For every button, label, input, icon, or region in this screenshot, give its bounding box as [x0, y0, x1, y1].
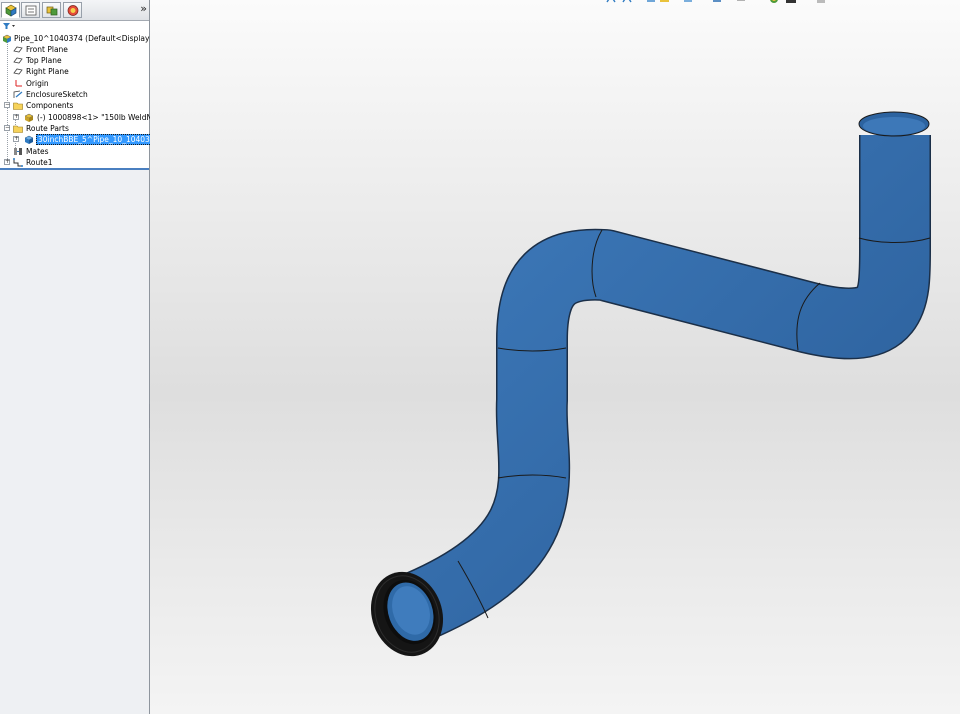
pipe-inner-top	[863, 117, 925, 135]
expand-toggle[interactable]: +	[4, 159, 10, 165]
tree-item-label-selected: 30inchBBE_5^Pipe_10_1040374 |	[36, 134, 167, 145]
filter-icon[interactable]	[2, 22, 18, 30]
feature-manager-panel: » Pipe_10^1040374 (Default<Display State…	[0, 0, 174, 714]
manager-tab-bar: »	[0, 0, 149, 21]
tree-item-component-flange[interactable]: + (-) 1000898<1> "150lb WeldNeckF	[0, 112, 170, 123]
tree-item-label: Front Plane	[26, 45, 68, 54]
component-icon	[24, 113, 34, 122]
tree-item-label: Route Parts	[26, 124, 69, 133]
pipe-route-model[interactable]	[150, 0, 960, 714]
route-part-icon	[24, 135, 34, 144]
tree-item-mates[interactable]: Mates	[0, 146, 149, 157]
tree-item-origin[interactable]: Origin	[0, 78, 149, 89]
tree-item-components-folder[interactable]: − Components	[0, 100, 149, 111]
mates-icon	[14, 148, 22, 155]
tree-item-route-parts-folder[interactable]: − Route Parts	[0, 123, 149, 134]
collapse-toggle[interactable]: −	[4, 102, 10, 108]
property-list-icon	[25, 5, 37, 16]
collapse-toggle[interactable]: −	[4, 125, 10, 131]
sketch-icon	[13, 90, 23, 98]
expand-panel-button[interactable]: »	[140, 3, 147, 14]
display-manager-tab[interactable]	[63, 2, 82, 18]
feature-manager-tab[interactable]	[1, 2, 20, 18]
tree-item-label: Mates	[26, 147, 49, 156]
pipe-body	[396, 135, 930, 642]
origin-icon	[15, 80, 22, 87]
tree-item-label: Right Plane	[26, 67, 69, 76]
graphics-viewport[interactable]	[150, 0, 960, 714]
tree-item-label: Origin	[26, 79, 49, 88]
tree-item-label: Top Plane	[26, 56, 62, 65]
property-manager-tab[interactable]	[21, 2, 40, 18]
feature-tree-icon	[5, 4, 17, 17]
display-manager-icon	[67, 5, 79, 16]
tree-item-route-part-pipe[interactable]: + 30inchBBE_5^Pipe_10_1040374 |	[0, 134, 167, 145]
tree-item-root-assembly[interactable]: Pipe_10^1040374 (Default<Display State-	[0, 33, 174, 44]
configuration-icon	[46, 6, 58, 16]
tree-item-label: Route1	[26, 158, 53, 167]
assembly-icon	[2, 34, 12, 43]
tree-item-route1[interactable]: + Route1	[0, 157, 149, 168]
tree-item-enclosure-sketch[interactable]: EnclosureSketch	[0, 89, 149, 100]
tree-item-label: EnclosureSketch	[26, 90, 88, 99]
configuration-manager-tab[interactable]	[42, 2, 61, 18]
folder-icon	[13, 102, 23, 110]
tree-item-top-plane[interactable]: Top Plane	[0, 55, 149, 66]
expand-toggle[interactable]: +	[13, 136, 19, 142]
tree-item-right-plane[interactable]: Right Plane	[0, 66, 149, 77]
tree-item-label: Components	[26, 101, 74, 110]
tree-item-front-plane[interactable]: Front Plane	[0, 44, 149, 55]
route-icon	[13, 158, 23, 167]
folder-icon	[13, 125, 23, 133]
plane-icon	[13, 68, 23, 75]
plane-icon	[13, 57, 23, 64]
feature-tree: Pipe_10^1040374 (Default<Display State- …	[0, 32, 174, 170]
plane-icon	[13, 46, 23, 53]
expand-toggle[interactable]: +	[13, 114, 19, 120]
